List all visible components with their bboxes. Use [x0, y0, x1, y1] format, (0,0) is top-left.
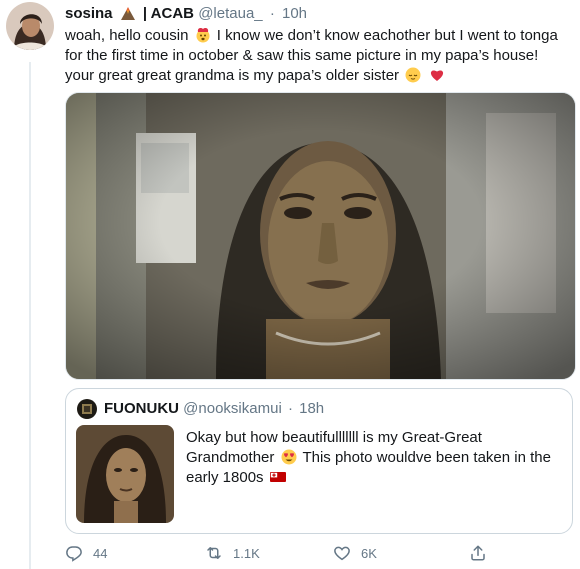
- quote-display-name[interactable]: FUONUKU: [104, 400, 179, 417]
- tweet-photo[interactable]: [65, 92, 576, 380]
- quote-avatar[interactable]: [77, 399, 97, 419]
- reply-button[interactable]: 44: [65, 543, 107, 563]
- quote-separator-dot: ·: [287, 400, 293, 417]
- exploding-head-emoji-icon: [195, 27, 211, 43]
- display-name[interactable]: sosina: [65, 5, 113, 22]
- heart-icon: [334, 546, 350, 561]
- share-icon: [471, 545, 485, 561]
- tonga-flag-emoji-icon: [269, 469, 286, 485]
- reply-count: 44: [93, 545, 108, 561]
- tweet-header: sosina | ACAB @letaua_ · 10h: [65, 4, 307, 24]
- thread-line: [29, 62, 31, 569]
- share-button[interactable]: [469, 543, 497, 563]
- tweet-text-part1: woah, hello cousin: [65, 27, 189, 44]
- relieved-face-emoji-icon: [405, 67, 421, 83]
- retweet-icon: [207, 547, 221, 559]
- timestamp[interactable]: 10h: [282, 5, 307, 22]
- tweet: sosina | ACAB @letaua_ · 10h woah, hello…: [0, 0, 580, 569]
- heart-eyes-emoji-icon: [281, 449, 297, 465]
- like-button[interactable]: 6K: [333, 543, 377, 563]
- badge-text: | ACAB: [142, 5, 195, 22]
- red-heart-emoji-icon: [429, 67, 445, 83]
- quote-thumbnail[interactable]: [76, 425, 174, 523]
- quote-handle[interactable]: @nooksikamui: [183, 400, 282, 417]
- reply-icon: [66, 546, 82, 562]
- separator-dot: ·: [269, 5, 275, 22]
- tweet-text: woah, hello cousin I know we don’t know …: [65, 26, 570, 86]
- avatar[interactable]: [6, 2, 54, 50]
- retweet-button[interactable]: 1.1K: [205, 543, 260, 563]
- tweet-actions: 44 1.1K 6K: [65, 543, 545, 563]
- quoted-tweet[interactable]: FUONUKU @nooksikamui · 18h Okay but how …: [65, 388, 573, 534]
- retweet-count: 1.1K: [233, 545, 260, 561]
- quote-text: Okay but how beautifulllllll is my Great…: [186, 428, 561, 488]
- quote-header: FUONUKU @nooksikamui · 18h: [104, 400, 324, 418]
- user-handle[interactable]: @letaua_: [198, 5, 262, 22]
- volcano-emoji-icon: [120, 5, 136, 27]
- like-count: 6K: [361, 545, 377, 561]
- quote-timestamp[interactable]: 18h: [299, 400, 324, 417]
